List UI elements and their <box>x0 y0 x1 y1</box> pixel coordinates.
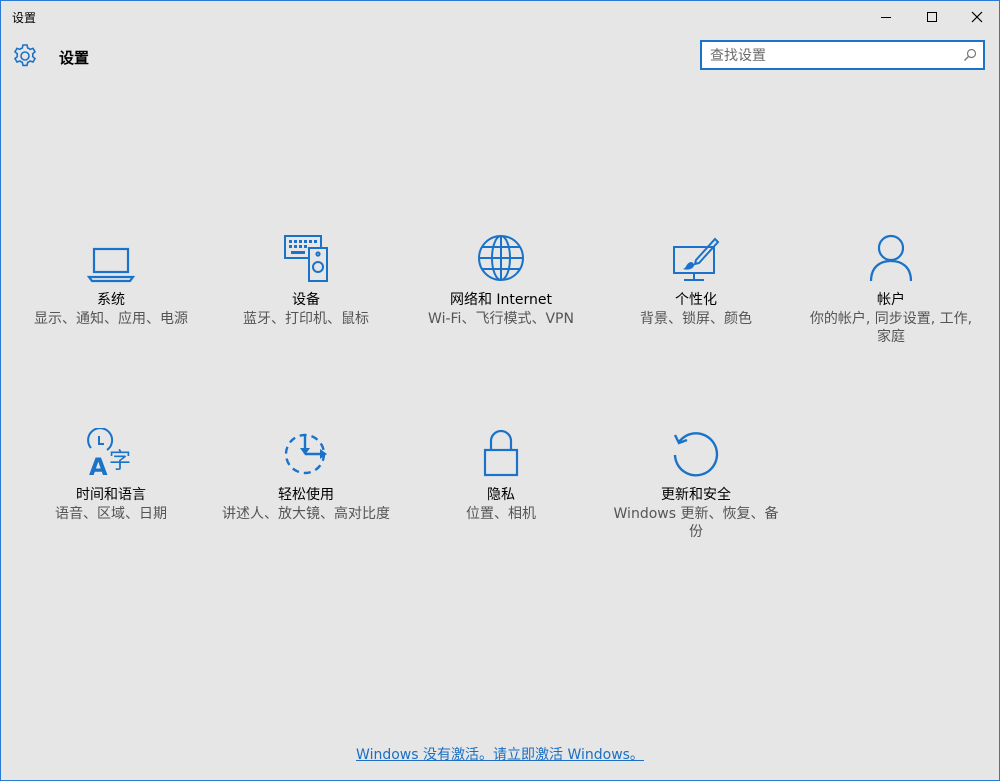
tile-name: 系统 <box>97 292 125 308</box>
close-icon <box>971 11 983 23</box>
tile-description: Windows 更新、恢复、备份 <box>613 506 779 540</box>
search-input[interactable] <box>710 46 960 66</box>
tile-description: 讲述人、放大镜、高对比度 <box>222 506 390 522</box>
tile-name: 隐私 <box>487 487 515 503</box>
tile-description: 蓝牙、打印机、鼠标 <box>243 311 369 327</box>
minimize-button[interactable] <box>863 1 909 33</box>
tile-ease-of-access[interactable]: 轻松使用 讲述人、放大镜、高对比度 <box>221 422 391 523</box>
close-button[interactable] <box>954 1 1000 33</box>
tile-description: 显示、通知、应用、电源 <box>34 311 188 327</box>
window-title: 设置 <box>12 11 37 25</box>
tile-description: 背景、锁屏、颜色 <box>640 311 752 327</box>
activation-notice: Windows 没有激活。请立即激活 Windows。 <box>1 744 999 764</box>
search-box[interactable] <box>700 40 985 70</box>
title-bar[interactable]: 设置 <box>1 1 999 33</box>
search-icon[interactable] <box>963 48 977 62</box>
ease-of-access-icon <box>284 433 327 475</box>
tile-update-security[interactable]: 更新和安全 Windows 更新、恢复、备份 <box>611 422 781 541</box>
settings-window: 设置 设置 查找设置 系统 显示、通知、应用、电源 设备 蓝牙、打印机、鼠标 网… <box>0 0 1000 781</box>
tile-time-language[interactable]: A 字 时间和语言 语音、区域、日期 <box>26 422 196 523</box>
lock-icon <box>483 429 519 477</box>
tile-description: Wi-Fi、飞行模式、VPN <box>428 311 574 327</box>
tile-name: 帐户 <box>877 292 905 308</box>
personalization-icon <box>673 237 720 281</box>
gear-icon <box>13 44 37 67</box>
svg-text:字: 字 <box>109 449 131 474</box>
tile-personalization[interactable]: 个性化 背景、锁屏、颜色 <box>611 227 781 328</box>
maximize-icon <box>927 12 937 22</box>
maximize-button[interactable] <box>909 1 955 33</box>
devices-icon <box>284 235 328 282</box>
tile-name: 时间和语言 <box>76 487 146 503</box>
minimize-icon <box>881 17 891 18</box>
tile-privacy[interactable]: 隐私 位置、相机 <box>416 422 586 523</box>
tile-devices[interactable]: 设备 蓝牙、打印机、鼠标 <box>221 227 391 328</box>
tile-name: 个性化 <box>675 292 717 308</box>
tile-network[interactable]: 网络和 Internet Wi-Fi、飞行模式、VPN <box>416 227 586 328</box>
tile-name: 网络和 Internet <box>449 292 553 308</box>
tile-name: 轻松使用 <box>278 487 334 503</box>
activate-windows-link[interactable]: Windows 没有激活。请立即激活 Windows。 <box>356 747 644 763</box>
globe-icon <box>478 235 524 281</box>
update-icon <box>673 432 719 477</box>
laptop-icon <box>86 247 136 283</box>
tile-system[interactable]: 系统 显示、通知、应用、电源 <box>26 227 196 328</box>
time-language-icon: A 字 <box>87 428 131 478</box>
svg-text:A: A <box>89 453 108 478</box>
tile-accounts[interactable]: 帐户 你的帐户, 同步设置, 工作, 家庭 <box>806 227 976 346</box>
tile-name: 设备 <box>292 292 320 308</box>
tile-description: 语音、区域、日期 <box>55 506 167 522</box>
person-icon <box>869 234 913 282</box>
page-title: 设置 <box>59 49 90 67</box>
tile-description: 位置、相机 <box>466 506 536 522</box>
tile-name: 更新和安全 <box>661 487 731 503</box>
tile-description: 你的帐户, 同步设置, 工作, 家庭 <box>809 311 973 345</box>
